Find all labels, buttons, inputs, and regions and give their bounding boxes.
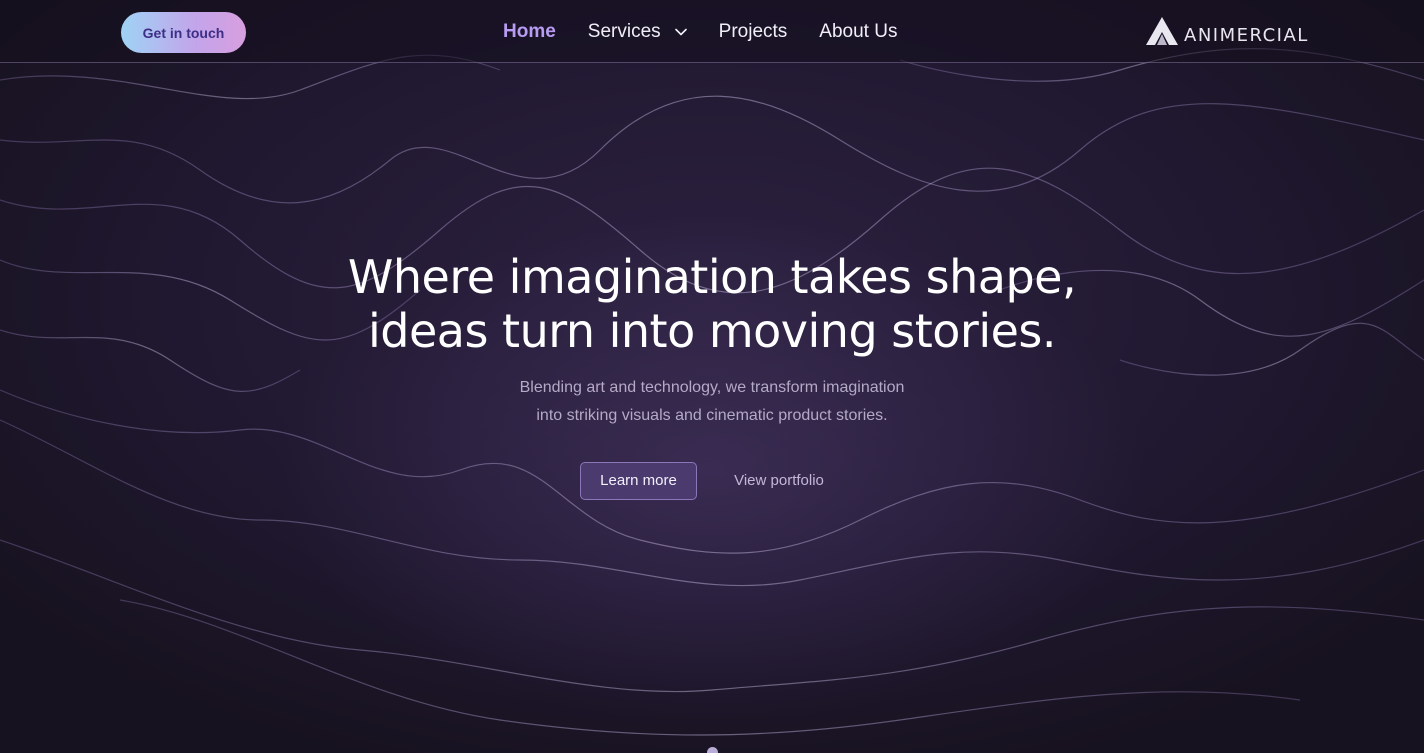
learn-more-button[interactable]: Learn more xyxy=(580,462,697,500)
hero-subtitle-line-1: Blending art and technology, we transfor… xyxy=(519,379,905,396)
hero-title-line-2: ideas turn into moving stories. xyxy=(367,304,1057,358)
hero-subtitle: Blending art and technology, we transfor… xyxy=(412,374,1012,430)
hero-subtitle-line-2: into striking visuals and cinematic prod… xyxy=(536,407,888,424)
nav-item-projects[interactable]: Projects xyxy=(719,21,788,43)
logo-text: ANIMERCIAL xyxy=(1184,25,1309,46)
top-navbar: Get in touch Home Services Projects Abou… xyxy=(0,0,1424,63)
page: Get in touch Home Services Projects Abou… xyxy=(0,0,1424,753)
get-in-touch-button[interactable]: Get in touch xyxy=(121,12,246,53)
main-nav: Home Services Projects About Us xyxy=(503,0,929,63)
animercial-logo-icon xyxy=(1146,17,1178,45)
hero-title: Where imagination takes shape, ideas tur… xyxy=(212,250,1212,358)
view-portfolio-link[interactable]: View portfolio xyxy=(718,462,840,500)
hero-title-line-1: Where imagination takes shape, xyxy=(347,250,1077,304)
nav-item-services-label: Services xyxy=(587,20,661,42)
nav-item-about-us[interactable]: About Us xyxy=(819,21,897,43)
nav-item-home[interactable]: Home xyxy=(503,21,556,43)
scroll-indicator-dot[interactable] xyxy=(707,747,718,753)
chevron-down-icon[interactable] xyxy=(674,28,687,36)
nav-item-services[interactable]: Services xyxy=(588,21,687,43)
brand-logo[interactable]: ANIMERCIAL xyxy=(1145,16,1309,46)
